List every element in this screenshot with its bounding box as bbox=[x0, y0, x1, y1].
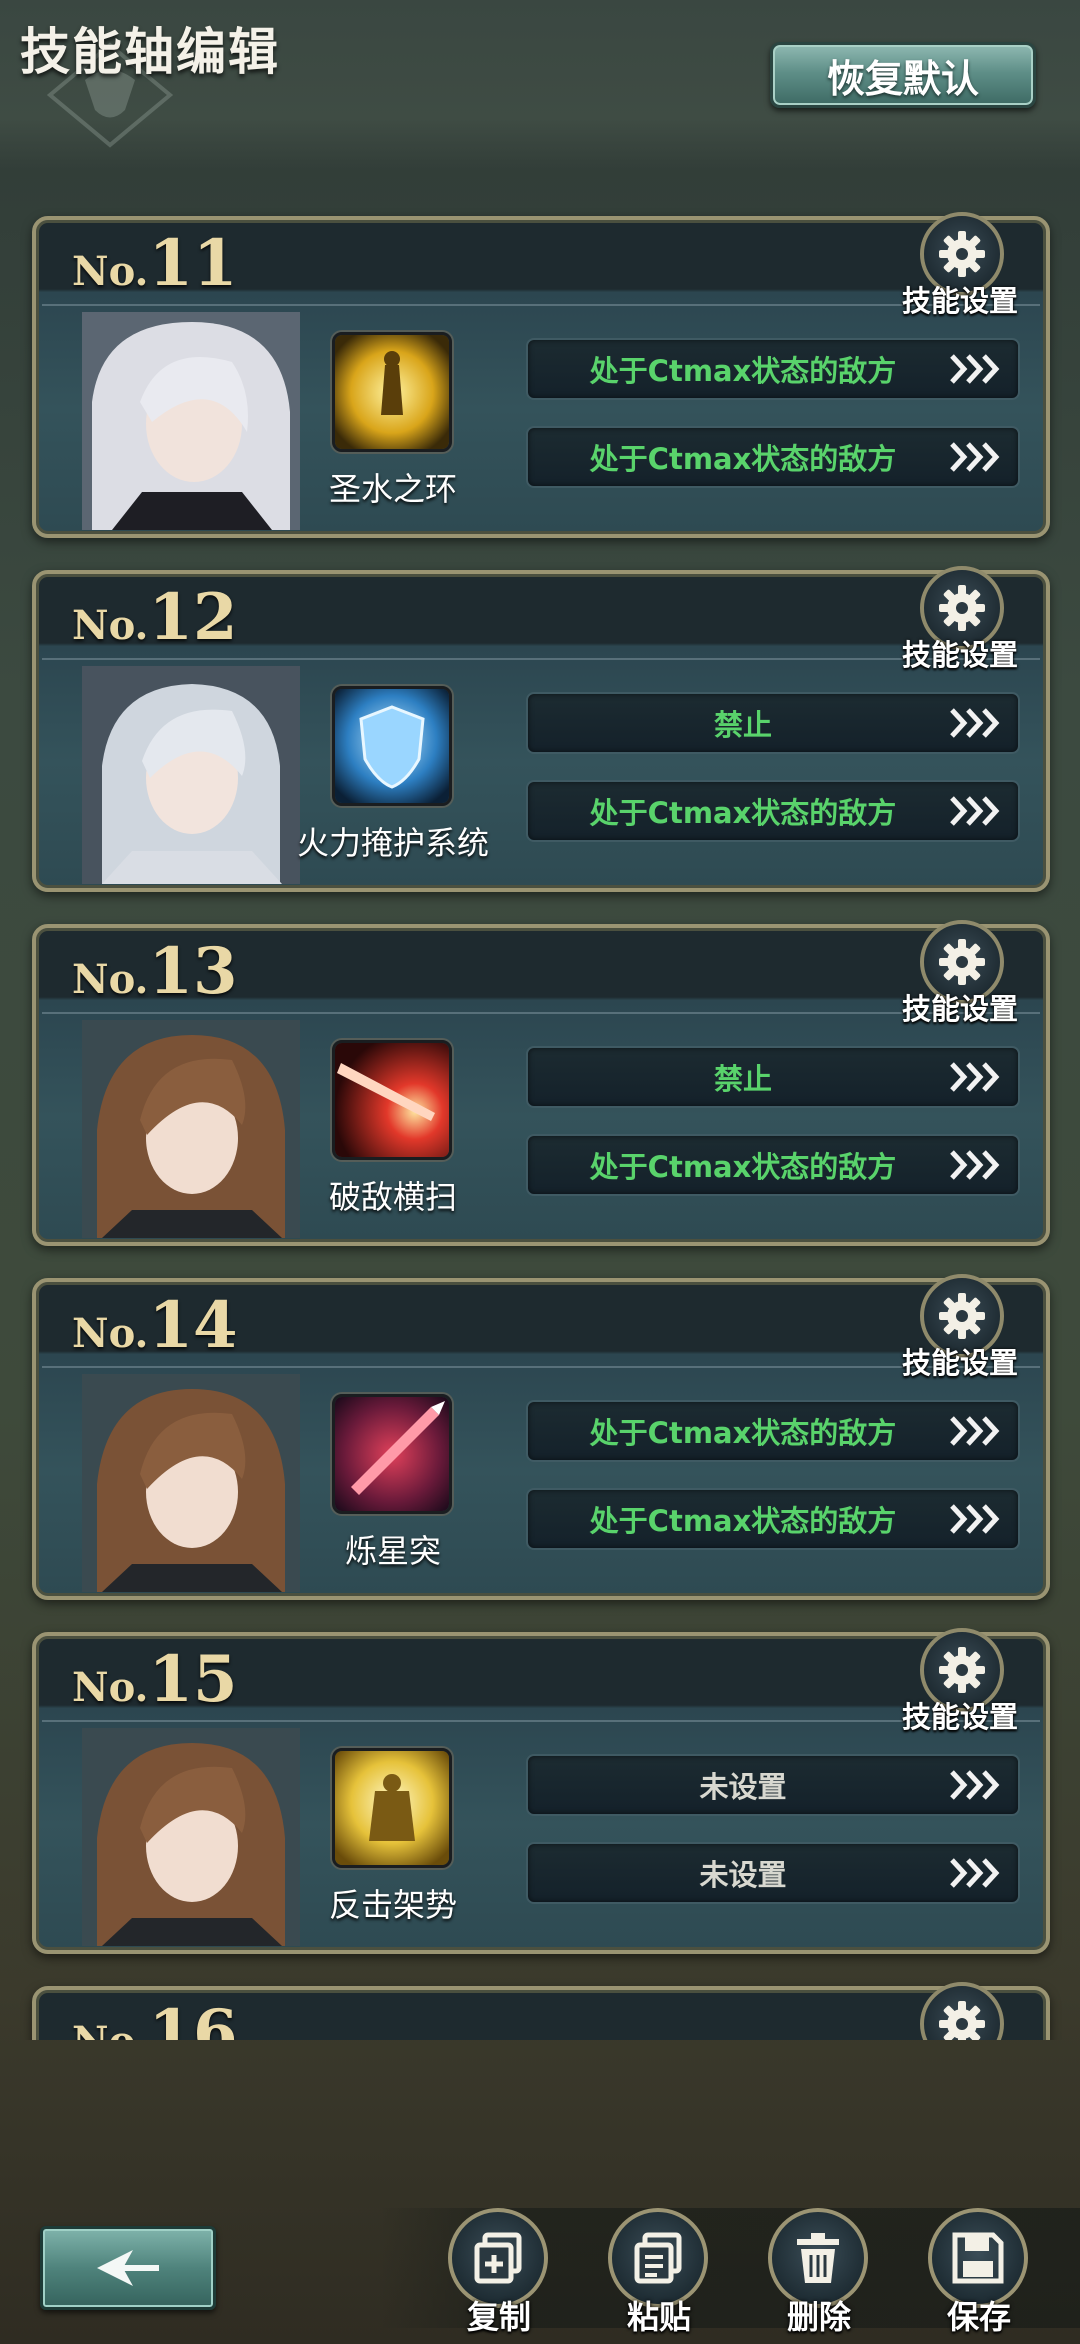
triple-chevron-right-icon bbox=[950, 708, 1000, 738]
slot-number-value: 12 bbox=[148, 580, 238, 655]
condition-selector-2[interactable]: 处于Ctmax状态的敌方 bbox=[526, 1488, 1020, 1550]
skill-settings-label: 技能设置 bbox=[902, 992, 1019, 1026]
crimson-spear-icon[interactable] bbox=[332, 1394, 452, 1514]
slot-number-value: 13 bbox=[148, 934, 238, 1009]
slot-number: No. 13 bbox=[72, 934, 238, 1009]
slot-number-prefix: No. bbox=[72, 2018, 148, 2040]
gear-icon bbox=[939, 939, 985, 985]
condition-text: 禁止 bbox=[713, 1062, 772, 1096]
bottom-action-bar: 复制 粘贴 删除 保存 bbox=[0, 2160, 1080, 2344]
triple-chevron-right-icon bbox=[950, 442, 1000, 472]
condition-text: 处于Ctmax状态的敌方 bbox=[589, 1416, 897, 1450]
gear-icon bbox=[939, 585, 985, 631]
triple-chevron-right-icon bbox=[950, 1770, 1000, 1800]
condition-selector-1[interactable]: 禁止 bbox=[526, 692, 1020, 754]
slot-number-value: 15 bbox=[148, 1642, 238, 1717]
condition-text: 处于Ctmax状态的敌方 bbox=[589, 1504, 897, 1538]
golden-figure-aura-icon[interactable] bbox=[332, 332, 452, 452]
trash-icon bbox=[797, 2233, 839, 2283]
skill-slot-card: No.16 bbox=[32, 1982, 1050, 2040]
triple-chevron-right-icon bbox=[950, 1858, 1000, 1888]
back-arrow-icon bbox=[97, 2250, 159, 2286]
skill-name: 破敌横扫 bbox=[328, 1178, 457, 1216]
reset-default-button[interactable]: 恢复默认 bbox=[770, 42, 1036, 108]
condition-selector-2[interactable]: 未设置 bbox=[526, 1842, 1020, 1904]
skill-slot-card: No. 15 技能设置 反击架势 未设置 未设置 bbox=[32, 1628, 1050, 1954]
slot-number-prefix: No. bbox=[72, 248, 149, 295]
back-button[interactable] bbox=[40, 2226, 216, 2310]
condition-text: 处于Ctmax状态的敌方 bbox=[589, 1150, 897, 1184]
slot-number-prefix: No. bbox=[72, 1310, 149, 1357]
delete-button[interactable]: 删除 bbox=[764, 2208, 874, 2344]
skill-slot-card: No. 11 技能设置 圣水之环 处于Ctmax状态的敌方 处于Ctmax状态的… bbox=[32, 212, 1050, 538]
delete-label: 删除 bbox=[786, 2298, 851, 2336]
skill-settings-label: 技能设置 bbox=[902, 284, 1019, 318]
condition-selector-2[interactable]: 处于Ctmax状态的敌方 bbox=[526, 1134, 1020, 1196]
copy-icon bbox=[474, 2232, 522, 2284]
condition-selector-1[interactable]: 禁止 bbox=[526, 1046, 1020, 1108]
skill-slot-card: No. 13 技能设置 破敌横扫 禁止 处于Ctmax状态的敌方 bbox=[32, 920, 1050, 1246]
skill-slot-card: No. 12 技能设置 火力掩护系统 禁止 处于Ctmax状态的敌方 bbox=[32, 566, 1050, 892]
slot-number: No. 11 bbox=[72, 226, 238, 301]
save-button[interactable]: 保存 bbox=[924, 2208, 1034, 2344]
triple-chevron-right-icon bbox=[950, 796, 1000, 826]
save-label: 保存 bbox=[946, 2298, 1011, 2336]
golden-guard-icon[interactable] bbox=[332, 1748, 452, 1868]
gear-icon bbox=[939, 1647, 985, 1693]
slot-number: No. 12 bbox=[72, 580, 238, 655]
skill-settings-label: 技能设置 bbox=[902, 1700, 1019, 1734]
condition-text: 处于Ctmax状态的敌方 bbox=[589, 354, 897, 388]
condition-text: 处于Ctmax状态的敌方 bbox=[589, 442, 897, 476]
triple-chevron-right-icon bbox=[950, 1416, 1000, 1446]
page-title: 技能轴编辑 bbox=[20, 23, 280, 81]
condition-text: 未设置 bbox=[699, 1858, 787, 1892]
skill-timeline-list[interactable]: No. 11 技能设置 圣水之环 处于Ctmax状态的敌方 处于Ctmax状态的… bbox=[0, 170, 1080, 2040]
condition-selector-1[interactable]: 未设置 bbox=[526, 1754, 1020, 1816]
paste-icon bbox=[634, 2232, 682, 2284]
skill-name: 火力掩护系统 bbox=[296, 824, 489, 862]
triple-chevron-right-icon bbox=[950, 354, 1000, 384]
slot-number-prefix: No. bbox=[72, 602, 149, 649]
copy-button[interactable]: 复制 bbox=[444, 2208, 554, 2344]
skill-settings-button[interactable] bbox=[920, 1982, 1004, 2040]
condition-selector-1[interactable]: 处于Ctmax状态的敌方 bbox=[526, 1400, 1020, 1462]
slot-number-value: 16 bbox=[148, 1996, 238, 2040]
slot-number-value: 14 bbox=[148, 1288, 238, 1363]
paste-label: 粘贴 bbox=[626, 2298, 691, 2336]
condition-selector-2[interactable]: 处于Ctmax状态的敌方 bbox=[526, 780, 1020, 842]
condition-selector-1[interactable]: 处于Ctmax状态的敌方 bbox=[526, 338, 1020, 400]
slot-number: No. 14 bbox=[72, 1288, 238, 1363]
condition-text: 处于Ctmax状态的敌方 bbox=[589, 796, 897, 830]
condition-selector-2[interactable]: 处于Ctmax状态的敌方 bbox=[526, 426, 1020, 488]
gear-icon bbox=[939, 1293, 985, 1339]
condition-text: 未设置 bbox=[699, 1770, 787, 1804]
skill-name: 圣水之环 bbox=[328, 470, 457, 508]
floppy-disk-icon bbox=[952, 2232, 1004, 2284]
skill-name: 烁星突 bbox=[344, 1532, 441, 1570]
skill-name: 反击架势 bbox=[328, 1886, 457, 1924]
slot-number-value: 11 bbox=[148, 226, 238, 301]
slot-number: No.16 bbox=[72, 1996, 238, 2040]
slot-number-prefix: No. bbox=[72, 956, 149, 1003]
skill-slot-card: No. 14 技能设置 烁星突 处于Ctmax状态的敌方 处于Ctmax状态的敌… bbox=[32, 1274, 1050, 1600]
condition-text: 禁止 bbox=[713, 708, 772, 742]
paste-button[interactable]: 粘贴 bbox=[604, 2208, 714, 2344]
gear-icon bbox=[939, 231, 985, 277]
copy-label: 复制 bbox=[466, 2298, 531, 2336]
triple-chevron-right-icon bbox=[950, 1504, 1000, 1534]
triple-chevron-right-icon bbox=[950, 1150, 1000, 1180]
skill-settings-label: 技能设置 bbox=[902, 1346, 1019, 1380]
slot-number-prefix: No. bbox=[72, 1664, 149, 1711]
slot-number: No. 15 bbox=[72, 1642, 238, 1717]
red-slash-icon[interactable] bbox=[332, 1040, 452, 1160]
gear-icon bbox=[939, 2001, 985, 2040]
triple-chevron-right-icon bbox=[950, 1062, 1000, 1092]
blue-shield-icon[interactable] bbox=[332, 686, 452, 806]
skill-settings-label: 技能设置 bbox=[902, 638, 1019, 672]
